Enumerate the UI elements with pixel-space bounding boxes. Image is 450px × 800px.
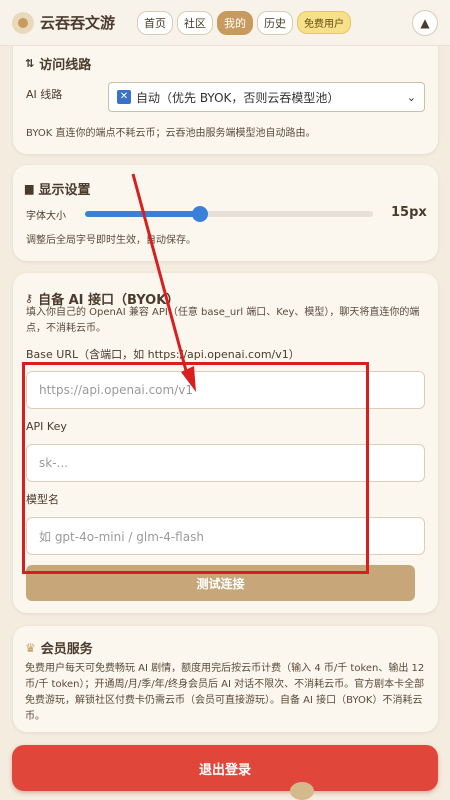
route-note: BYOK 直连你的端点不耗云币；云吞池由服务端模型池自动路由。 — [26, 128, 316, 139]
slider-fill — [85, 211, 201, 217]
main-nav: 首页 社区 我的 历史 免费用户 — [137, 10, 352, 35]
top-bar: 云吞吞文游 首页 社区 我的 历史 免费用户 ▲ — [0, 0, 450, 46]
slider-thumb[interactable] — [192, 206, 209, 222]
app-logo[interactable]: 云吞吞文游 — [12, 11, 116, 34]
model-label: 模型名 — [26, 493, 59, 506]
model-placeholder: 如 gpt-4o-mini / glm-4-flash — [39, 529, 204, 544]
chevron-down-icon: ⌄ — [406, 90, 416, 104]
test-connection-button[interactable]: 测试连接 — [26, 565, 415, 601]
font-size-slider[interactable] — [85, 206, 373, 222]
route-title-row: ⇅ 访问线路 — [25, 54, 426, 73]
base-url-placeholder: https://api.openai.com/v1 — [39, 383, 193, 397]
user-tier-badge[interactable]: 免费用户 — [297, 11, 352, 34]
display-title-row: ▆ 显示设置 — [25, 179, 426, 198]
route-card: ⇅ 访问线路 AI 线路 ✕ 自动（优先 BYOK，否则云吞模型池） ⌄ BYO… — [13, 34, 438, 154]
font-size-value: 15px — [391, 205, 427, 220]
api-key-placeholder: sk-... — [39, 456, 68, 470]
caret-up-icon: ▲ — [420, 15, 430, 30]
display-icon: ▆ — [25, 182, 34, 195]
base-url-input[interactable]: https://api.openai.com/v1 — [26, 371, 425, 409]
byok-desc: 填入你自己的 OpenAI 兼容 API（任意 base_url 端口、Key、… — [26, 307, 420, 334]
scroll-top-button[interactable]: ▲ — [412, 9, 438, 36]
display-title: 显示设置 — [38, 183, 91, 198]
nav-home[interactable]: 首页 — [137, 10, 174, 35]
nav-mine[interactable]: 我的 — [217, 10, 254, 35]
api-key-label: API Key — [26, 420, 67, 433]
nav-history[interactable]: 历史 — [257, 10, 294, 35]
font-size-label: 字体大小 — [26, 211, 66, 222]
display-note: 调整后全局字号即时生效，自动保存。 — [26, 235, 196, 246]
membership-card: ♛ 会员服务 免费用户每天可免费畅玩 AI 剧情，额度用完后按云币计费（输入 4… — [13, 626, 438, 732]
app-name: 云吞吞文游 — [40, 14, 116, 32]
logo-icon — [12, 11, 34, 34]
ai-route-value: 自动（优先 BYOK，否则云吞模型池） — [136, 90, 340, 105]
membership-text: 免费用户每天可免费畅玩 AI 剧情，额度用完后按云币计费（输入 4 币/千 to… — [25, 663, 425, 722]
ai-route-label: AI 线路 — [26, 88, 63, 101]
membership-title-row: ♛ 会员服务 — [25, 638, 426, 658]
display-card: ▆ 显示设置 字体大小 15px 调整后全局字号即时生效，自动保存。 — [13, 165, 438, 261]
base-url-label: Base URL（含端口，如 https://api.openai.com/v1… — [26, 348, 300, 361]
logout-button[interactable]: 退出登录 — [12, 745, 438, 791]
route-icon: ⇅ — [25, 57, 35, 70]
byok-card: ⚷ 自备 AI 接口（BYOK） 填入你自己的 OpenAI 兼容 API（任意… — [13, 273, 438, 613]
cat-mascot-icon — [290, 782, 314, 800]
membership-title: 会员服务 — [40, 642, 93, 657]
key-icon: ⚷ — [25, 292, 34, 305]
ai-route-select[interactable]: ✕ 自动（优先 BYOK，否则云吞模型池） ⌄ — [108, 82, 425, 112]
model-input[interactable]: 如 gpt-4o-mini / glm-4-flash — [26, 517, 425, 555]
crown-icon: ♛ — [25, 640, 36, 655]
shuffle-icon: ✕ — [117, 90, 131, 104]
nav-community[interactable]: 社区 — [177, 10, 214, 35]
api-key-input[interactable]: sk-... — [26, 444, 425, 482]
route-title: 访问线路 — [39, 58, 92, 73]
